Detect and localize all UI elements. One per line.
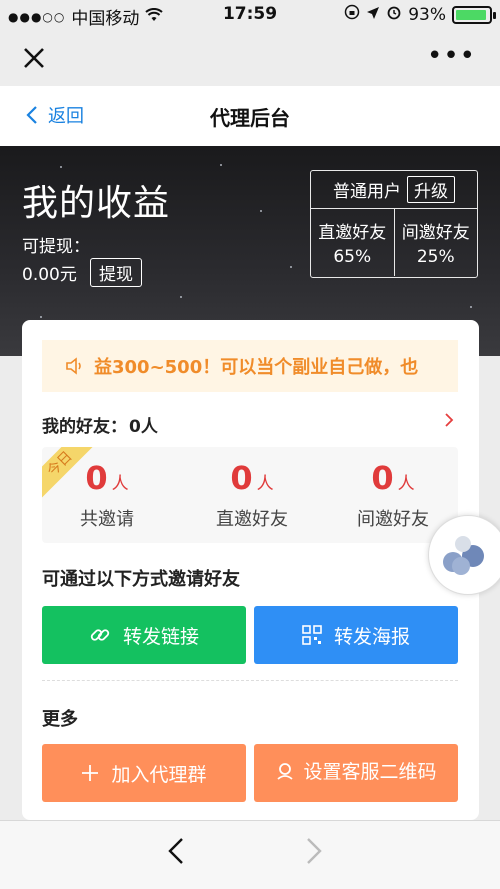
speaker-icon (66, 357, 81, 375)
share-link-label: 转发链接 (122, 626, 199, 648)
today-stats: 今日 0人 共邀请 0人 直邀好友 0人 间邀好友 (42, 447, 458, 543)
stat-unit: 人 (256, 474, 274, 494)
stat-label: 直邀好友 (216, 509, 288, 530)
stat-value: 0 (371, 459, 394, 497)
join-agent-group-button[interactable]: 加入代理群 (42, 744, 246, 802)
battery-icon (452, 5, 496, 24)
service-qr-text: 设置客服二维码 (303, 762, 437, 783)
direct-invite-rate-cell: 直邀好友 65% (311, 209, 394, 276)
stat-value: 0 (85, 459, 108, 497)
stat-unit: 人 (397, 474, 415, 494)
direct-invite-rate: 65% (333, 247, 372, 267)
more-section-title: 更多 (42, 709, 78, 730)
location-icon (366, 5, 380, 25)
notice-bar[interactable]: 益300~500！可以当个副业自己做，也 (42, 340, 458, 392)
share-link-button[interactable]: 转发链接 (42, 606, 246, 664)
floating-widget-icon (443, 536, 484, 575)
set-service-qr-button[interactable]: 设置客服二维码 (254, 744, 458, 802)
friends-count: 0人 (129, 416, 158, 437)
earnings-title: 我的收益 (22, 183, 171, 224)
status-right: 93% (344, 4, 496, 25)
indirect-invite-rate-cell: 间邀好友 25% (393, 209, 478, 276)
battery-percent: 93% (408, 4, 446, 25)
alarm-icon (386, 4, 402, 25)
customer-service-icon (277, 763, 294, 780)
browser-forward-icon[interactable] (306, 835, 322, 873)
commission-rates: 直邀好友 65% 间邀好友 25% (311, 209, 477, 276)
lock-rotation-icon (344, 4, 360, 25)
withdraw-button[interactable]: 提现 (90, 258, 142, 287)
indirect-invite-rate: 25% (416, 247, 455, 267)
friends-label: 我的好友： (42, 416, 127, 437)
user-level-label: 普通用户 (333, 182, 401, 202)
chevron-right-icon (444, 409, 454, 434)
withdrawable-amount: 0.00元 (22, 265, 77, 285)
service-qr-label: 设置客服二维码 (275, 760, 437, 786)
floating-widget[interactable] (428, 515, 500, 595)
page-navbar: 返回 代理后台 (0, 86, 500, 146)
notice-text: 益300~500！可以当个副业自己做，也 (94, 357, 419, 378)
withdrawable-label: 可提现： (22, 237, 90, 257)
my-friends-row[interactable]: 我的好友： 0人 (42, 410, 458, 438)
user-level-box: 普通用户 升级 直邀好友 65% 间邀好友 25% (310, 170, 478, 278)
stat-unit: 人 (111, 474, 129, 494)
invite-section-title: 可通过以下方式邀请好友 (42, 569, 240, 590)
status-bar: ●●●○○ 中国移动 17:59 93% (0, 0, 500, 30)
link-icon (90, 629, 110, 641)
more-options-icon[interactable]: ••• (427, 36, 476, 76)
browser-bottom-toolbar (0, 820, 500, 889)
upgrade-button[interactable]: 升级 (407, 176, 455, 203)
webview-toolbar: ••• (0, 30, 500, 86)
user-level-row: 普通用户 升级 (311, 171, 477, 209)
page-title: 代理后台 (210, 106, 290, 130)
plus-icon (82, 765, 99, 781)
share-poster-button[interactable]: 转发海报 (254, 606, 458, 664)
stat-label: 共邀请 (80, 509, 134, 530)
battery-fill (456, 9, 486, 20)
qr-code-icon (302, 625, 322, 645)
stat-indirect-invites: 0人 间邀好友 (328, 459, 458, 531)
stat-value: 0 (230, 459, 253, 497)
browser-back-icon[interactable] (168, 835, 184, 873)
divider (42, 680, 458, 681)
direct-invite-label: 直邀好友 (318, 223, 387, 243)
close-icon[interactable] (22, 38, 46, 79)
stat-direct-invites: 0人 直邀好友 (187, 459, 317, 531)
join-group-label: 加入代理群 (111, 764, 207, 786)
stat-total-invites: 0人 共邀请 (42, 459, 172, 531)
share-poster-label: 转发海报 (333, 626, 410, 648)
indirect-invite-label: 间邀好友 (401, 223, 470, 243)
dashboard-card: 益300~500！可以当个副业自己做，也 我的好友： 0人 今日 0人 共邀请 … (22, 320, 479, 820)
